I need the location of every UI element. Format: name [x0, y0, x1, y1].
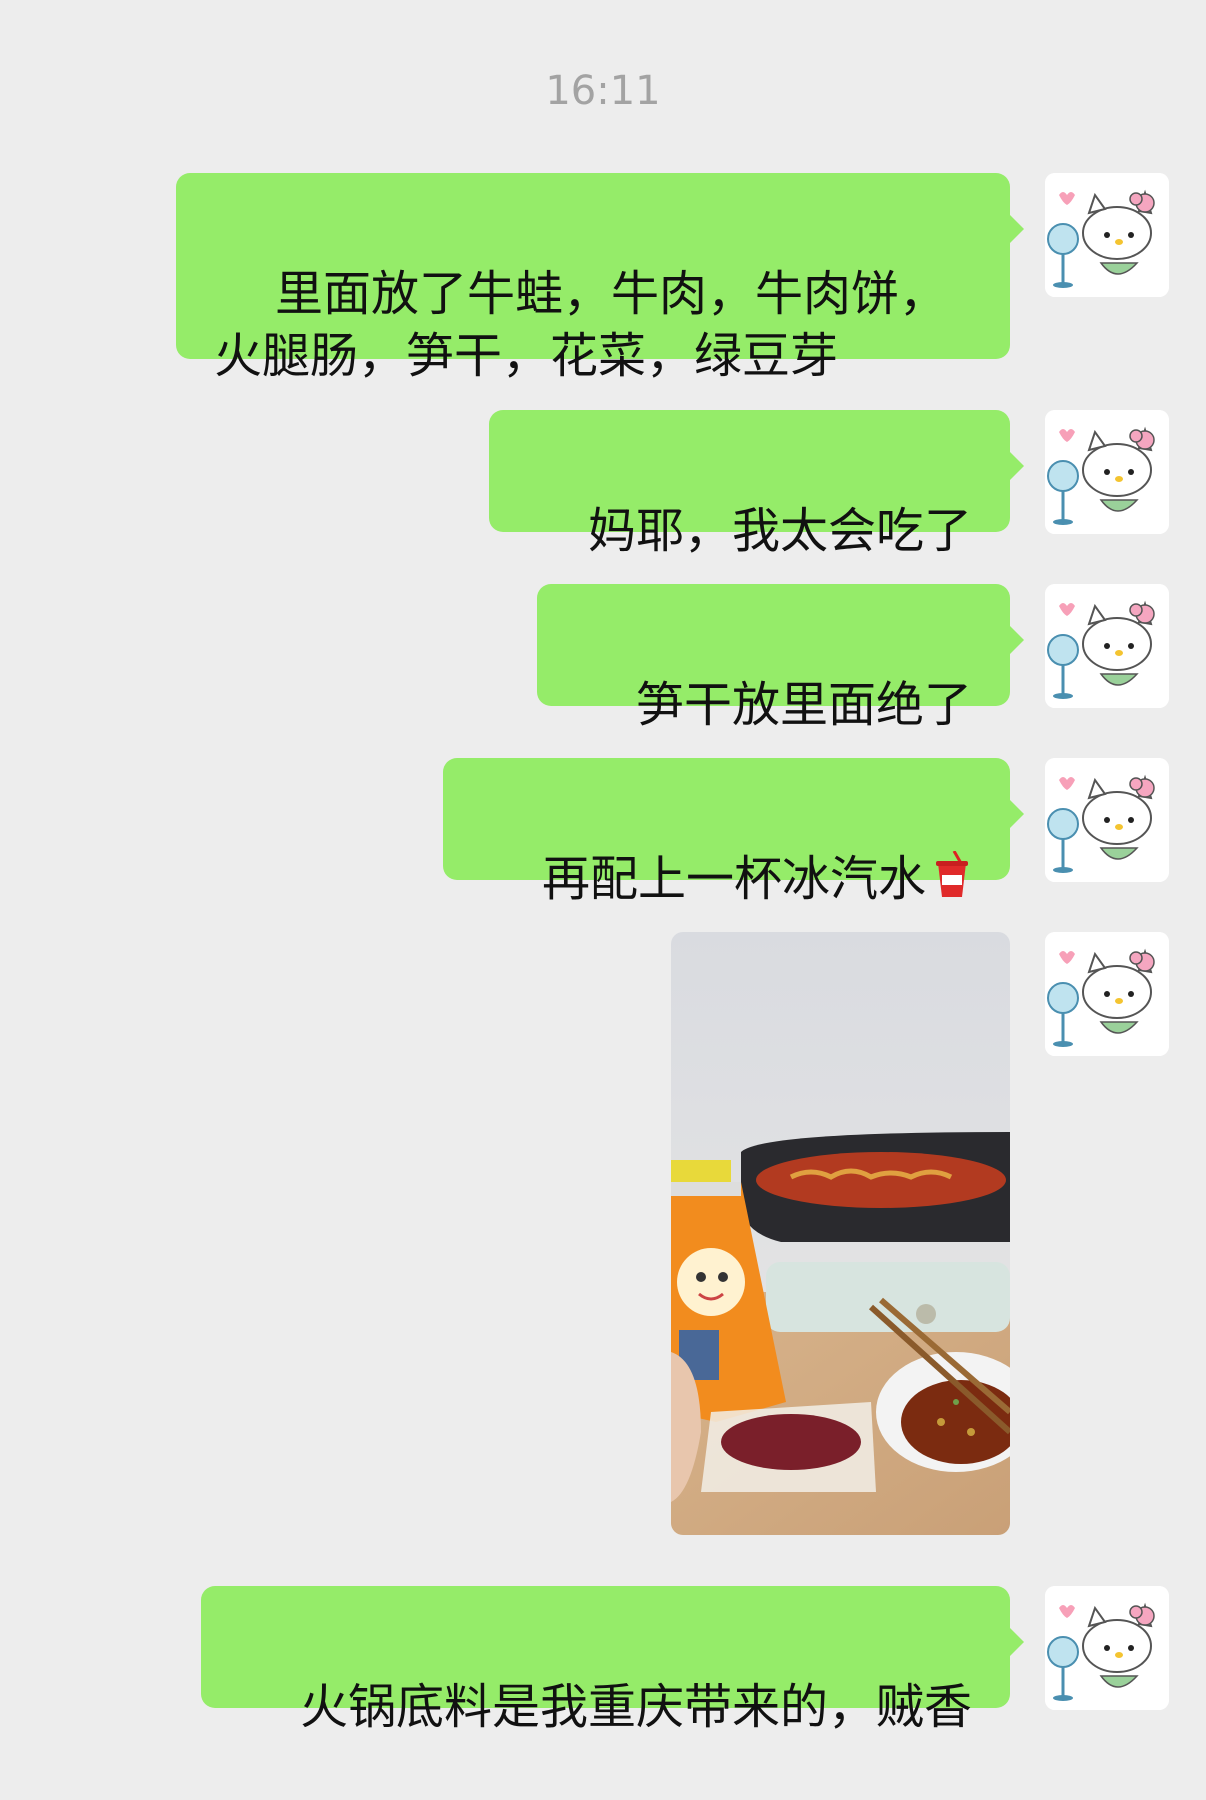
message-text: 里面放了牛蛙，牛肉，牛肉饼，火腿肠，笋干，花菜，绿豆芽	[214, 266, 948, 384]
hello-kitty-avatar-icon	[1045, 584, 1169, 708]
hello-kitty-avatar-icon	[1045, 758, 1169, 882]
message-text: 妈耶，我太会吃了	[587, 503, 972, 559]
hello-kitty-avatar-icon	[1045, 410, 1169, 534]
chat-timestamp: 16:11	[545, 68, 661, 114]
hello-kitty-avatar-icon	[1045, 932, 1169, 1056]
avatar[interactable]	[1045, 1586, 1169, 1710]
avatar[interactable]	[1045, 932, 1169, 1056]
message-bubble[interactable]: 笋干放里面绝了	[536, 584, 1025, 733]
avatar[interactable]	[1045, 410, 1169, 534]
cup-with-straw-icon	[932, 850, 972, 916]
message-bubble[interactable]: 火锅底料是我重庆带来的，贼香	[200, 1586, 1025, 1735]
hotpot-photo-icon	[671, 932, 1010, 1535]
avatar[interactable]	[1045, 758, 1169, 882]
message-text: 笋干放里面绝了	[635, 677, 972, 733]
message-bubble[interactable]: 再配上一杯冰汽水	[442, 758, 1025, 907]
message-bubble[interactable]: 里面放了牛蛙，牛肉，牛肉饼，火腿肠，笋干，花菜，绿豆芽	[176, 173, 1024, 384]
avatar[interactable]	[1045, 584, 1169, 708]
avatar[interactable]	[1045, 173, 1169, 297]
hello-kitty-avatar-icon	[1045, 1586, 1169, 1710]
message-bubble[interactable]: 妈耶，我太会吃了	[488, 410, 1025, 559]
message-text: 再配上一杯冰汽水	[541, 851, 926, 907]
image-message[interactable]	[671, 932, 1010, 1535]
hello-kitty-avatar-icon	[1045, 173, 1169, 297]
message-text: 火锅底料是我重庆带来的，贼香	[299, 1679, 972, 1735]
